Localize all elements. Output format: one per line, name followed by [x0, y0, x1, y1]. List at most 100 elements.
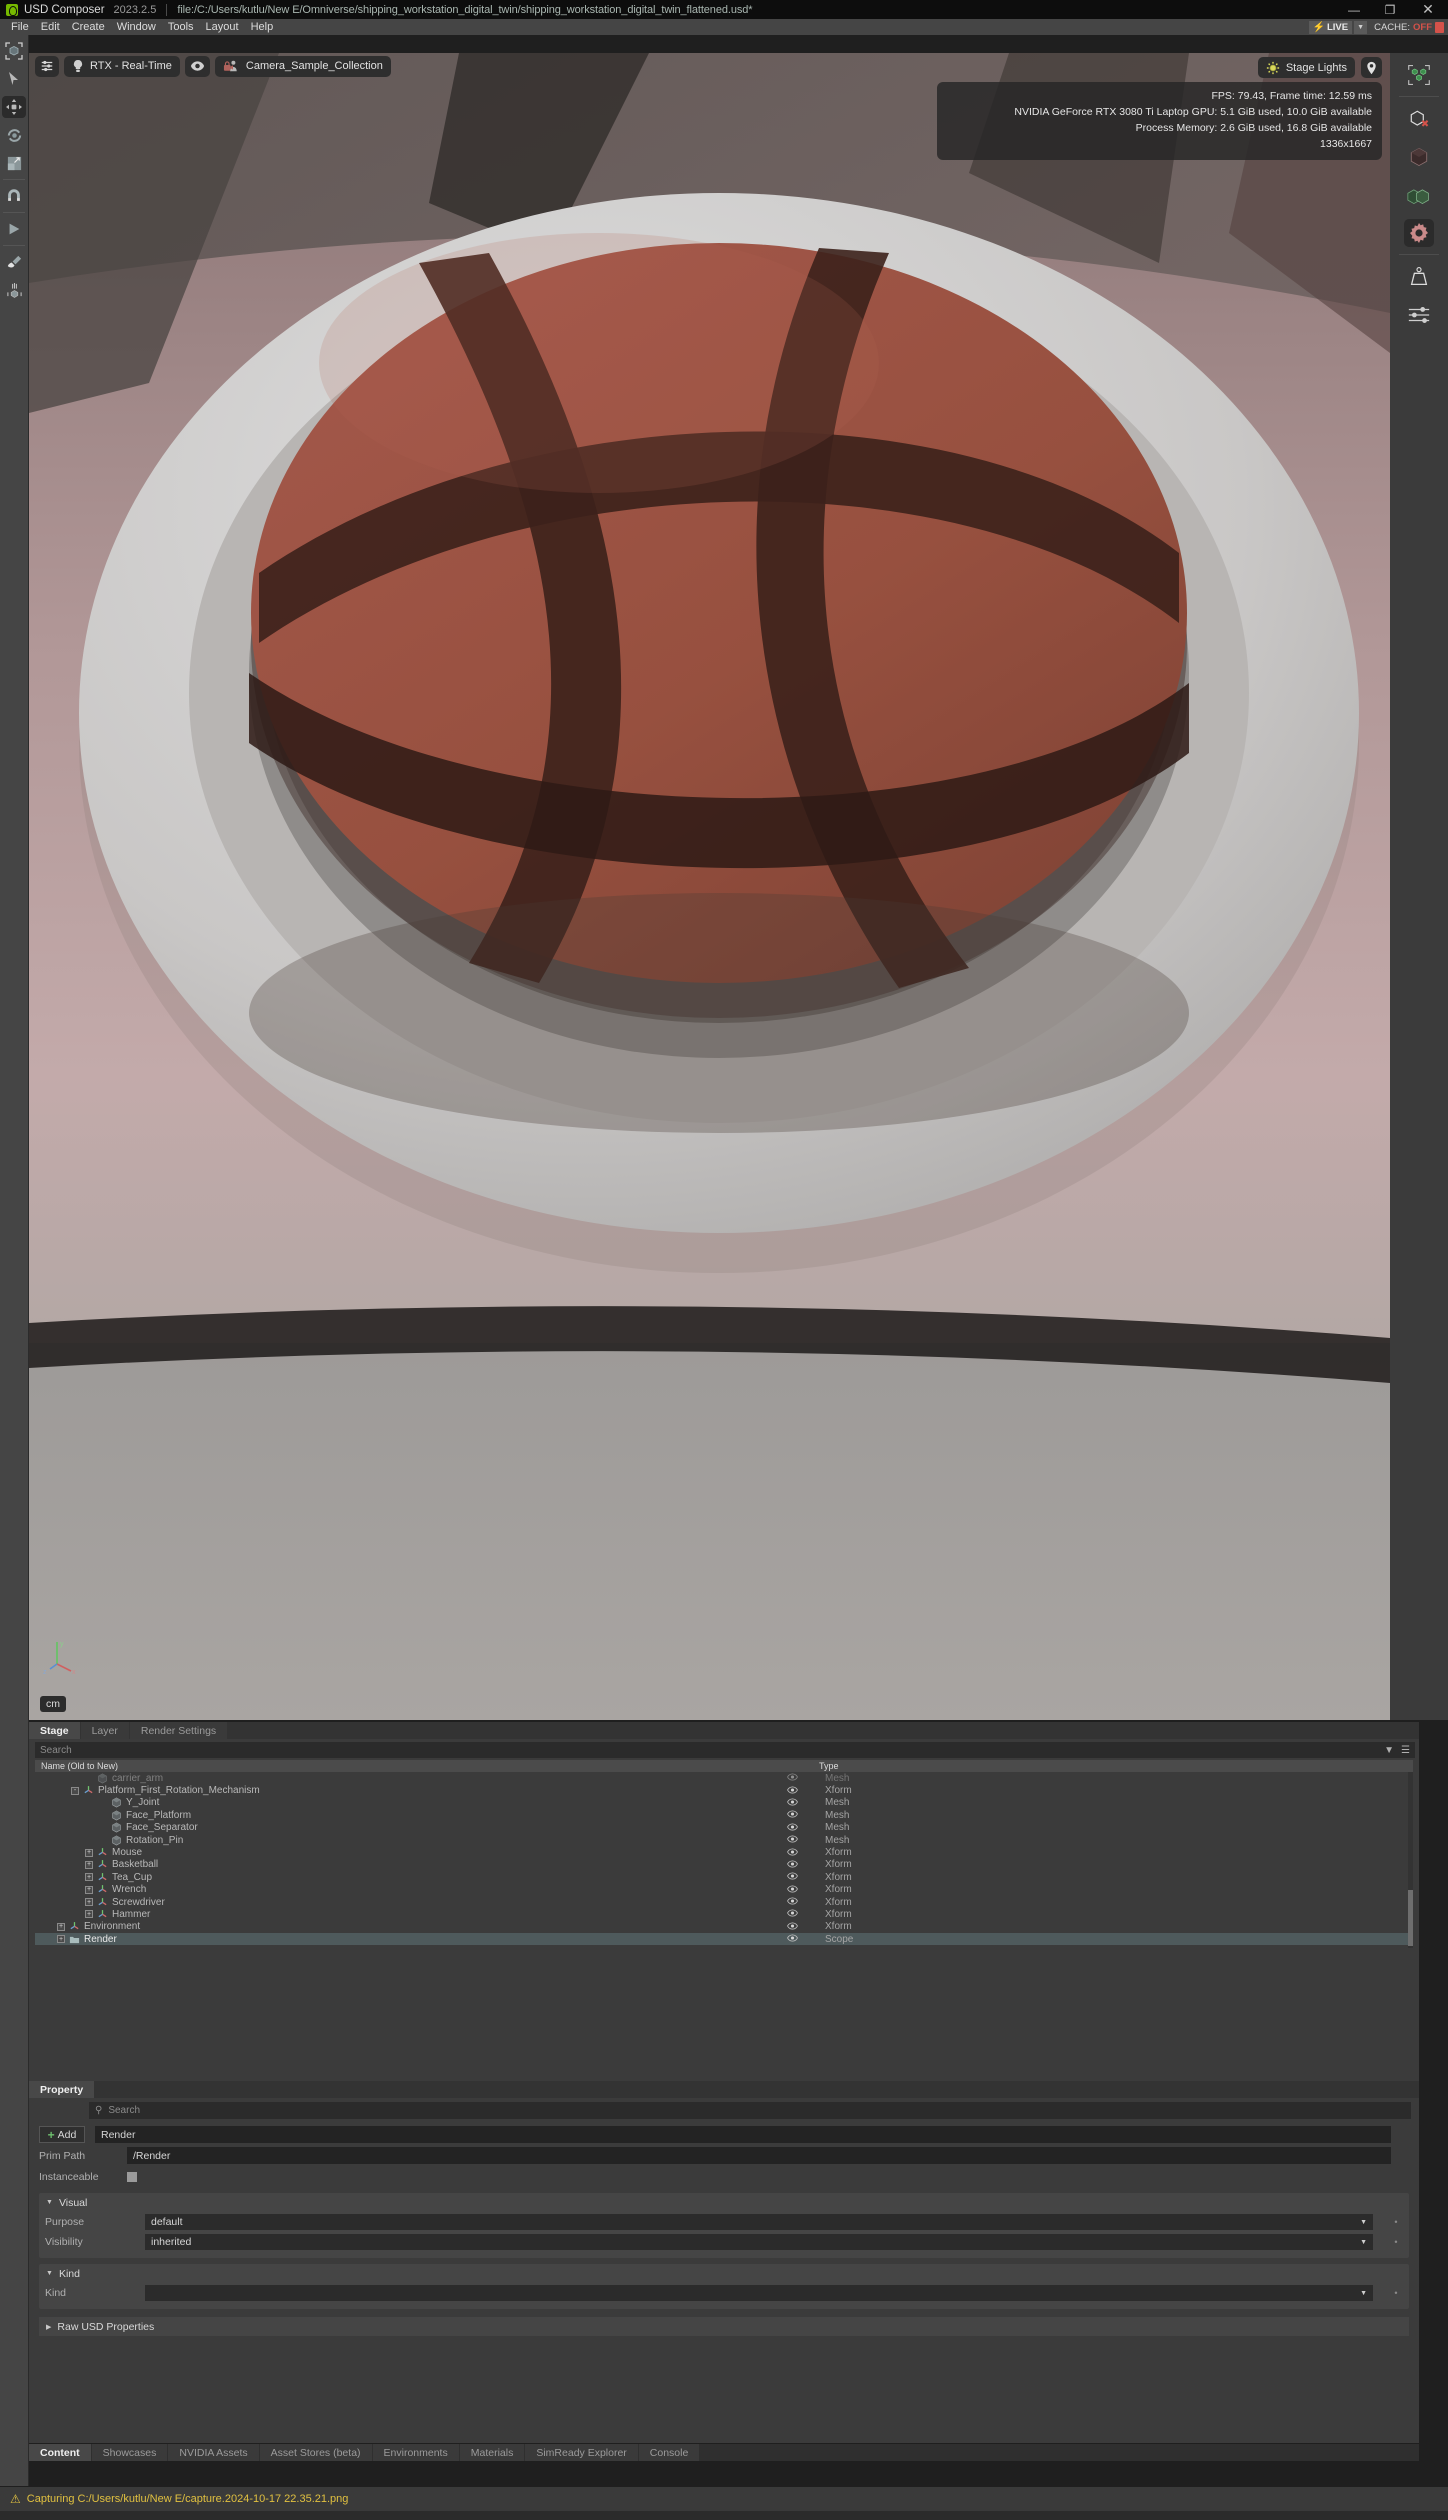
bottom-tab-nvidia-assets[interactable]: NVIDIA Assets: [168, 2444, 259, 2461]
visibility-eye-icon[interactable]: [786, 1848, 798, 1858]
stage-tree-row[interactable]: + Screwdriver Xform: [35, 1896, 1413, 1908]
visibility-eye-icon[interactable]: [786, 1810, 798, 1820]
prim-path-value[interactable]: /Render: [127, 2147, 1391, 2164]
visibility-eye-icon[interactable]: [786, 1922, 798, 1932]
location-marker-button[interactable]: [1361, 57, 1382, 78]
scale-tool-icon[interactable]: [0, 151, 28, 175]
collapse-icon[interactable]: -: [71, 1786, 79, 1795]
visibility-more-icon[interactable]: •: [1391, 2237, 1401, 2247]
viewport-settings-button[interactable]: [35, 55, 59, 77]
menu-tools[interactable]: Tools: [162, 19, 200, 35]
stage-lights-button[interactable]: Stage Lights: [1257, 57, 1355, 78]
tab-render-settings[interactable]: Render Settings: [129, 1722, 228, 1739]
sliders-icon[interactable]: [1390, 299, 1448, 331]
physics-weight-icon[interactable]: [1390, 261, 1448, 293]
purpose-more-icon[interactable]: •: [1391, 2217, 1401, 2227]
tab-stage[interactable]: Stage: [29, 1722, 80, 1739]
stage-tree-row[interactable]: Y_Joint Mesh: [35, 1797, 1413, 1809]
camera-selector[interactable]: Camera_Sample_Collection: [214, 55, 391, 77]
kind-dropdown[interactable]: ▼: [145, 2285, 1373, 2301]
physics-drop-icon[interactable]: [0, 278, 28, 302]
visibility-eye-icon[interactable]: [786, 1934, 798, 1944]
prim-name-value[interactable]: Render: [95, 2126, 1391, 2143]
menu-help[interactable]: Help: [245, 19, 280, 35]
expand-icon[interactable]: +: [57, 1935, 65, 1944]
snap-magnet-icon[interactable]: [0, 184, 28, 208]
expand-icon[interactable]: +: [85, 1898, 93, 1907]
kind-more-icon[interactable]: •: [1391, 2288, 1401, 2298]
stage-tree-row[interactable]: + Basketball Xform: [35, 1859, 1413, 1871]
visibility-eye-icon[interactable]: [786, 1798, 798, 1808]
visibility-eye-icon[interactable]: [786, 1835, 798, 1845]
maximize-button[interactable]: ❐: [1372, 0, 1408, 19]
viewport-3d[interactable]: RTX - Real-Time Camera_Sample_Collection: [29, 53, 1390, 1720]
visibility-eye-icon[interactable]: [786, 1897, 798, 1907]
select-box-icon[interactable]: [0, 39, 28, 63]
stage-search-input[interactable]: Search ▼ ☰: [35, 1742, 1415, 1758]
stage-tree-row[interactable]: Face_Separator Mesh: [35, 1822, 1413, 1834]
add-property-button[interactable]: + Add: [39, 2126, 85, 2143]
bottom-tab-simready-explorer[interactable]: SimReady Explorer: [525, 2444, 638, 2461]
paint-brush-icon[interactable]: [0, 250, 28, 274]
section-kind-header[interactable]: ▼ Kind: [39, 2264, 1409, 2283]
menu-file[interactable]: File: [5, 19, 35, 35]
bottom-tab-environments[interactable]: Environments: [372, 2444, 459, 2461]
tab-layer[interactable]: Layer: [80, 1722, 129, 1739]
stage-tree-row[interactable]: Face_Platform Mesh: [35, 1809, 1413, 1821]
visibility-eye-icon[interactable]: [786, 1773, 798, 1783]
render-settings-gear-icon[interactable]: [1390, 217, 1448, 249]
move-tool-icon[interactable]: [0, 95, 28, 119]
stage-tree[interactable]: carrier_arm Mesh - Platform_First_Rotation_…: [35, 1772, 1413, 1948]
green-cubes-icon[interactable]: [1390, 179, 1448, 211]
cache-status-icon[interactable]: [1435, 21, 1444, 33]
stage-tree-row[interactable]: + Hammer Xform: [35, 1908, 1413, 1920]
cursor-select-icon[interactable]: [0, 67, 28, 91]
tab-property[interactable]: Property: [29, 2081, 95, 2098]
expand-icon[interactable]: +: [85, 1910, 93, 1919]
bottom-tab-console[interactable]: Console: [638, 2444, 700, 2461]
column-header-name[interactable]: Name (Old to New): [41, 1761, 118, 1771]
visibility-dropdown[interactable]: inherited ▼: [145, 2234, 1373, 2250]
options-menu-icon[interactable]: ☰: [1401, 1745, 1410, 1756]
close-button[interactable]: ✕: [1408, 0, 1448, 19]
bottom-tab-showcases[interactable]: Showcases: [91, 2444, 168, 2461]
visibility-eye-icon[interactable]: [786, 1885, 798, 1895]
expand-icon[interactable]: +: [85, 1860, 93, 1869]
stage-tree-scrollbar[interactable]: [1408, 1772, 1413, 1948]
stage-tree-row[interactable]: + Wrench Xform: [35, 1884, 1413, 1896]
dark-cube-icon[interactable]: [1390, 141, 1448, 173]
play-icon[interactable]: [0, 217, 28, 241]
expand-icon[interactable]: +: [57, 1922, 65, 1931]
stage-tree-row[interactable]: - Platform_First_Rotation_Mechanism Xform: [35, 1784, 1413, 1796]
purpose-dropdown[interactable]: default ▼: [145, 2214, 1373, 2230]
viewport-visibility-button[interactable]: [184, 55, 210, 77]
filter-icon[interactable]: ▼: [1384, 1745, 1394, 1756]
stage-tree-row[interactable]: carrier_arm Mesh: [35, 1772, 1413, 1784]
stage-tree-row[interactable]: + Render Scope: [35, 1933, 1413, 1946]
section-visual-header[interactable]: ▼ Visual: [39, 2193, 1409, 2212]
rotate-tool-icon[interactable]: [0, 123, 28, 147]
hide-object-icon[interactable]: [1390, 103, 1448, 135]
stage-tree-row[interactable]: + Tea_Cup Xform: [35, 1871, 1413, 1883]
expand-icon[interactable]: +: [85, 1885, 93, 1894]
live-dropdown-caret-icon[interactable]: ▼: [1354, 20, 1368, 34]
instanceable-checkbox[interactable]: [127, 2171, 137, 2182]
visibility-eye-icon[interactable]: [786, 1786, 798, 1796]
stage-tree-row[interactable]: + Environment Xform: [35, 1921, 1413, 1933]
scrollbar-thumb[interactable]: [1408, 1890, 1413, 1946]
renderer-selector[interactable]: RTX - Real-Time: [64, 55, 180, 77]
stage-tree-row[interactable]: Rotation_Pin Mesh: [35, 1834, 1413, 1846]
visibility-eye-icon[interactable]: [786, 1909, 798, 1919]
expand-icon[interactable]: +: [85, 1848, 93, 1857]
menu-create[interactable]: Create: [66, 19, 111, 35]
bottom-tab-content[interactable]: Content: [29, 2444, 91, 2461]
property-search-input[interactable]: ⚲ Search: [89, 2102, 1411, 2119]
visibility-eye-icon[interactable]: [786, 1823, 798, 1833]
visibility-eye-icon[interactable]: [786, 1872, 798, 1882]
live-button[interactable]: ⚡ LIVE: [1308, 20, 1353, 34]
minimize-button[interactable]: —: [1336, 0, 1372, 19]
expand-icon[interactable]: +: [85, 1873, 93, 1882]
menu-window[interactable]: Window: [111, 19, 162, 35]
bottom-tab-materials[interactable]: Materials: [459, 2444, 525, 2461]
raw-usd-properties-header[interactable]: ▶ Raw USD Properties: [39, 2317, 1409, 2336]
